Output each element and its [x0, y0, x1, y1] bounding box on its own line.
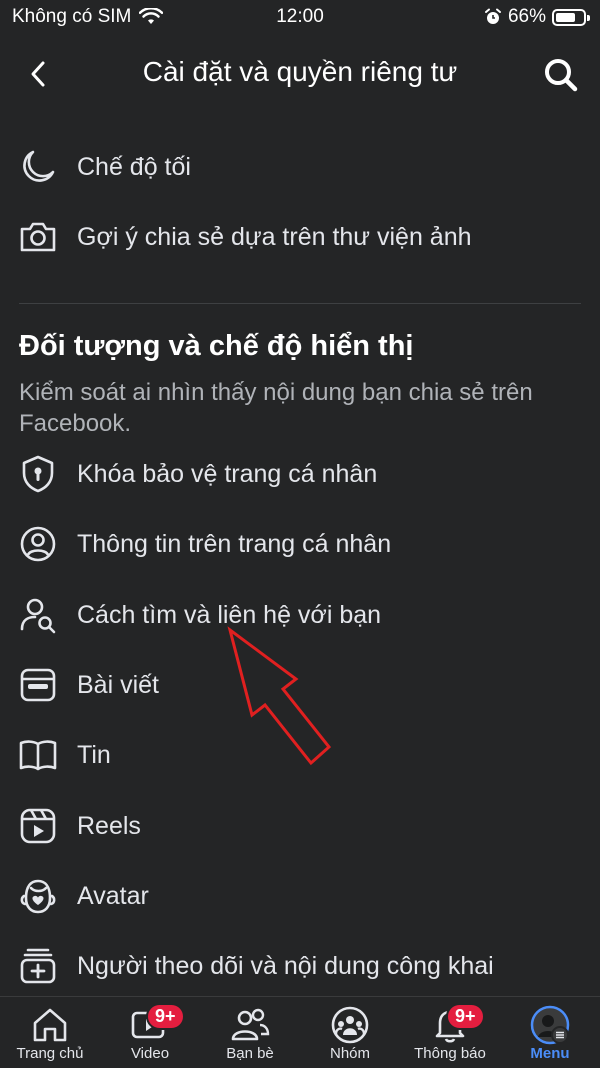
menu-avatar-icon	[530, 1005, 570, 1045]
setting-item-dark-mode[interactable]: Chế độ tối	[0, 137, 600, 197]
divider	[19, 303, 581, 304]
setting-item-profile-info[interactable]: Thông tin trên trang cá nhân	[0, 514, 600, 574]
tab-home[interactable]: Trang chủ	[0, 997, 100, 1068]
status-bar: Không có SIM 12:00 66%	[0, 0, 600, 34]
reels-icon	[20, 808, 56, 844]
section-title: Đối tượng và chế độ hiển thị	[19, 330, 414, 362]
page-title: Cài đặt và quyền riêng tư	[142, 56, 458, 87]
setting-item-label: Chế độ tối	[77, 152, 191, 181]
tab-groups[interactable]: Nhóm	[300, 997, 400, 1068]
section-description: Kiểm soát ai nhìn thấy nội dung bạn chia…	[19, 379, 533, 437]
setting-item-label: Tin	[77, 740, 111, 769]
tab-label: Thông báo	[414, 1045, 486, 1062]
shield-lock-icon	[22, 455, 54, 493]
camera-icon	[20, 222, 56, 252]
setting-item-label: Khóa bảo vệ trang cá nhân	[77, 459, 378, 488]
setting-item-avatar[interactable]: Avatar	[0, 866, 600, 926]
book-icon	[19, 740, 57, 771]
battery-percent: 66%	[507, 6, 546, 27]
setting-item-label: Bài viết	[77, 670, 159, 699]
tab-video[interactable]: 9+ Video	[100, 997, 200, 1068]
tab-label: Video	[130, 1045, 170, 1062]
person-search-icon	[20, 598, 56, 634]
bottom-tab-bar: Trang chủ 9+ Video Bạn bè Nhóm 9+ Thông …	[0, 996, 600, 1068]
avatar-icon	[20, 879, 56, 914]
setting-item-find-contact[interactable]: Cách tìm và liên hệ với bạn	[0, 585, 600, 645]
setting-item-label: Cách tìm và liên hệ với bạn	[77, 600, 382, 629]
setting-item-posts[interactable]: Bài viết	[0, 655, 600, 715]
alarm-icon	[484, 8, 501, 24]
search-icon[interactable]	[542, 56, 580, 94]
setting-item-profile-lock[interactable]: Khóa bảo vệ trang cá nhân	[0, 444, 600, 504]
tab-label: Bạn bè	[226, 1045, 274, 1062]
setting-item-label: Thông tin trên trang cá nhân	[77, 529, 392, 558]
tab-label: Trang chủ	[16, 1045, 84, 1062]
groups-icon	[331, 1006, 369, 1044]
tab-label: Menu	[530, 1045, 570, 1062]
tab-label: Nhóm	[329, 1045, 370, 1062]
notification-badge: 9+	[146, 1003, 185, 1030]
post-icon	[20, 668, 56, 702]
tab-notifications[interactable]: 9+ Thông báo	[400, 997, 500, 1068]
setting-item-photo-suggestions[interactable]: Gợi ý chia sẻ dựa trên thư viện ảnh	[0, 207, 600, 267]
profile-circle-icon	[20, 526, 56, 562]
battery-icon	[552, 8, 590, 26]
home-icon	[33, 1008, 67, 1042]
moon-icon	[23, 150, 55, 182]
setting-item-label: Reels	[77, 811, 141, 840]
header: Cài đặt và quyền riêng tư	[0, 40, 600, 110]
setting-item-reels[interactable]: Reels	[0, 796, 600, 856]
setting-item-stories[interactable]: Tin	[0, 725, 600, 785]
tab-menu[interactable]: Menu	[500, 997, 600, 1068]
tab-friends[interactable]: Bạn bè	[200, 997, 300, 1068]
setting-item-label: Gợi ý chia sẻ dựa trên thư viện ảnh	[77, 222, 472, 251]
followers-icon	[20, 948, 56, 984]
setting-item-followers[interactable]: Người theo dõi và nội dung công khai	[0, 936, 600, 996]
friends-icon	[231, 1008, 270, 1041]
setting-item-label: Avatar	[77, 881, 149, 910]
setting-item-label: Người theo dõi và nội dung công khai	[77, 951, 494, 980]
notification-badge: 9+	[446, 1003, 485, 1030]
